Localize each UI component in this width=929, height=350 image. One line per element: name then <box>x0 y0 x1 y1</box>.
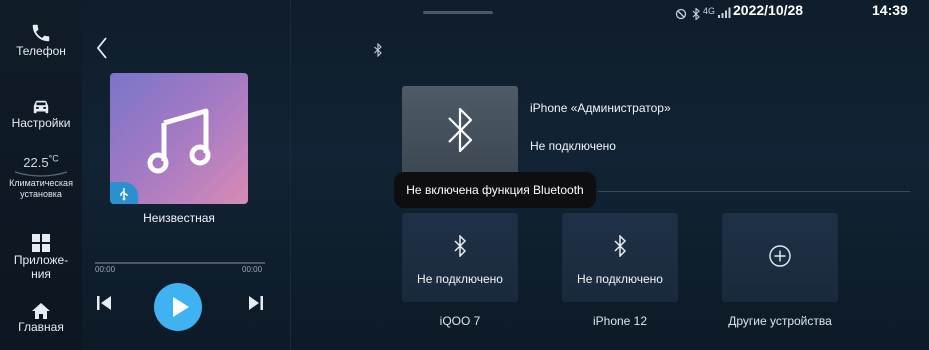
drawer-handle[interactable] <box>423 11 493 14</box>
home-icon <box>32 303 50 319</box>
back-chevron-icon[interactable] <box>92 34 112 62</box>
panel-divider <box>290 0 291 350</box>
bluetooth-status-icon <box>692 8 700 20</box>
bluetooth-icon <box>374 43 382 57</box>
play-icon <box>173 297 189 317</box>
nav-climate-label-2: установка <box>20 189 62 200</box>
play-button[interactable] <box>154 283 202 331</box>
nav-settings-label: Настройки <box>11 116 71 130</box>
status-date: 2022/10/28 <box>733 2 804 18</box>
section-divider <box>598 191 910 192</box>
own-device-name: iPhone «Администратор» <box>530 101 671 115</box>
device-card-iphone12[interactable]: Не подключено <box>562 213 678 302</box>
nav-climate[interactable]: 22.5°C Климатическая установка <box>0 154 82 200</box>
device-card-iqoo7[interactable]: Не подключено <box>402 213 518 302</box>
nav-apps[interactable]: Приложе- ния <box>0 233 82 281</box>
nav-home-label: Главная <box>18 320 64 334</box>
elapsed-time: 00:00 <box>95 265 116 274</box>
side-navigation: Телефон Настройки 22.5°C Климатическая у… <box>0 0 82 350</box>
nav-settings[interactable]: Настройки <box>0 98 82 130</box>
device-name: iPhone 12 <box>592 314 648 328</box>
nav-home[interactable]: Главная <box>0 302 82 334</box>
album-art <box>110 73 248 204</box>
bluetooth-icon <box>614 235 627 257</box>
car-icon <box>33 100 49 114</box>
temperature-unit: °C <box>48 154 59 164</box>
usb-icon <box>120 188 128 201</box>
track-title: Неизвестная <box>143 211 215 225</box>
own-device-card[interactable] <box>402 86 518 176</box>
other-devices-card[interactable] <box>722 213 838 302</box>
apps-grid-icon <box>32 234 50 252</box>
nav-phone-label: Телефон <box>16 44 66 58</box>
temperature-readout: 22.5°C <box>23 154 59 171</box>
climate-arc-icon <box>14 171 68 177</box>
network-type: 4G <box>703 6 716 16</box>
nav-apps-label-2: ния <box>31 267 51 281</box>
other-devices-label: Другие устройства <box>728 314 832 328</box>
previous-track-icon[interactable] <box>94 293 114 313</box>
device-name: iQOO 7 <box>439 314 481 328</box>
do-not-disturb-icon <box>675 8 687 20</box>
nav-apps-label-1: Приложе- <box>13 253 69 267</box>
usb-source-badge <box>110 182 138 204</box>
bluetooth-icon <box>448 107 473 153</box>
total-time: 00:00 <box>242 265 263 274</box>
device-state: Не подключено <box>577 272 663 286</box>
phone-icon <box>32 24 50 42</box>
progress-bar[interactable] <box>95 262 265 264</box>
device-state: Не подключено <box>417 272 503 286</box>
temperature-value: 22.5 <box>23 155 49 171</box>
bluetooth-icon <box>454 235 467 257</box>
bluetooth-disabled-toast: Не включена функция Bluetooth <box>394 172 596 208</box>
nav-climate-label-1: Климатическая <box>9 178 73 189</box>
own-device-status: Не подключено <box>530 139 616 153</box>
car-screen: Телефон Настройки 22.5°C Климатическая у… <box>0 0 929 350</box>
status-time: 14:39 <box>872 2 908 18</box>
nav-phone[interactable]: Телефон <box>0 22 82 58</box>
signal-strength-icon <box>718 7 731 18</box>
next-track-icon[interactable] <box>246 293 266 313</box>
add-icon <box>769 245 791 267</box>
